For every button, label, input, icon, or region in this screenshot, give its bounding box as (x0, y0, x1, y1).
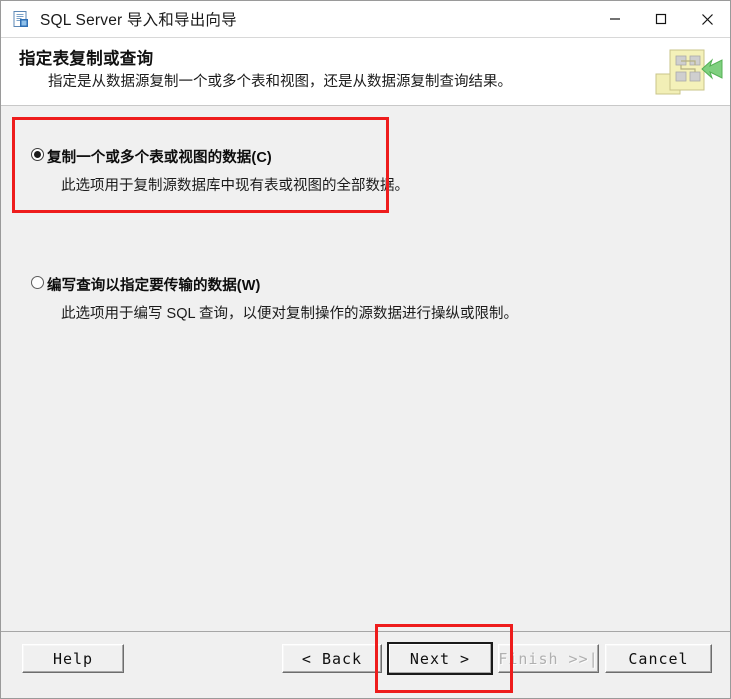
option-write-query[interactable]: 编写查询以指定要传输的数据(W) 此选项用于编写 SQL 查询，以便对复制操作的… (1, 274, 701, 323)
wizard-content: 复制一个或多个表或视图的数据(C) 此选项用于复制源数据库中现有表或视图的全部数… (1, 106, 730, 631)
window-title: SQL Server 导入和导出向导 (40, 12, 237, 29)
cancel-button[interactable]: Cancel (605, 644, 712, 673)
page-subtitle: 指定是从数据源复制一个或多个表和视图，还是从数据源复制查询结果。 (48, 74, 512, 90)
title-bar: SQL Server 导入和导出向导 (1, 1, 730, 37)
minimize-button[interactable] (592, 1, 638, 37)
page-header: 指定表复制或查询 指定是从数据源复制一个或多个表和视图，还是从数据源复制查询结果… (1, 37, 730, 106)
help-button[interactable]: Help (22, 644, 124, 673)
close-button[interactable] (684, 1, 730, 37)
wizard-footer: Help < Back Next > Finish >>| Cancel (1, 631, 730, 697)
minimize-icon (610, 18, 620, 20)
option-copy-tables-label: 复制一个或多个表或视图的数据(C) (47, 150, 272, 166)
data-flow-icon (648, 44, 724, 104)
option-write-query-description: 此选项用于编写 SQL 查询，以便对复制操作的源数据进行操纵或限制。 (61, 306, 519, 322)
page-title: 指定表复制或查询 (19, 50, 154, 68)
wizard-window: SQL Server 导入和导出向导 指定表复制或查询 指定是从数据源复制一个或… (0, 0, 731, 699)
maximize-icon (655, 13, 667, 25)
finish-button: Finish >>| (498, 644, 599, 673)
radio-write-query[interactable] (31, 276, 44, 289)
radio-copy-tables[interactable] (31, 148, 44, 161)
option-copy-tables-description: 此选项用于复制源数据库中现有表或视图的全部数据。 (61, 178, 409, 194)
wizard-document-icon (12, 10, 31, 29)
option-copy-tables[interactable]: 复制一个或多个表或视图的数据(C) 此选项用于复制源数据库中现有表或视图的全部数… (1, 146, 701, 195)
option-write-query-label: 编写查询以指定要传输的数据(W) (47, 278, 261, 294)
maximize-button[interactable] (638, 1, 684, 37)
next-button[interactable]: Next > (387, 642, 493, 675)
back-button[interactable]: < Back (282, 644, 382, 673)
window-controls (592, 1, 730, 37)
close-icon (701, 13, 713, 25)
